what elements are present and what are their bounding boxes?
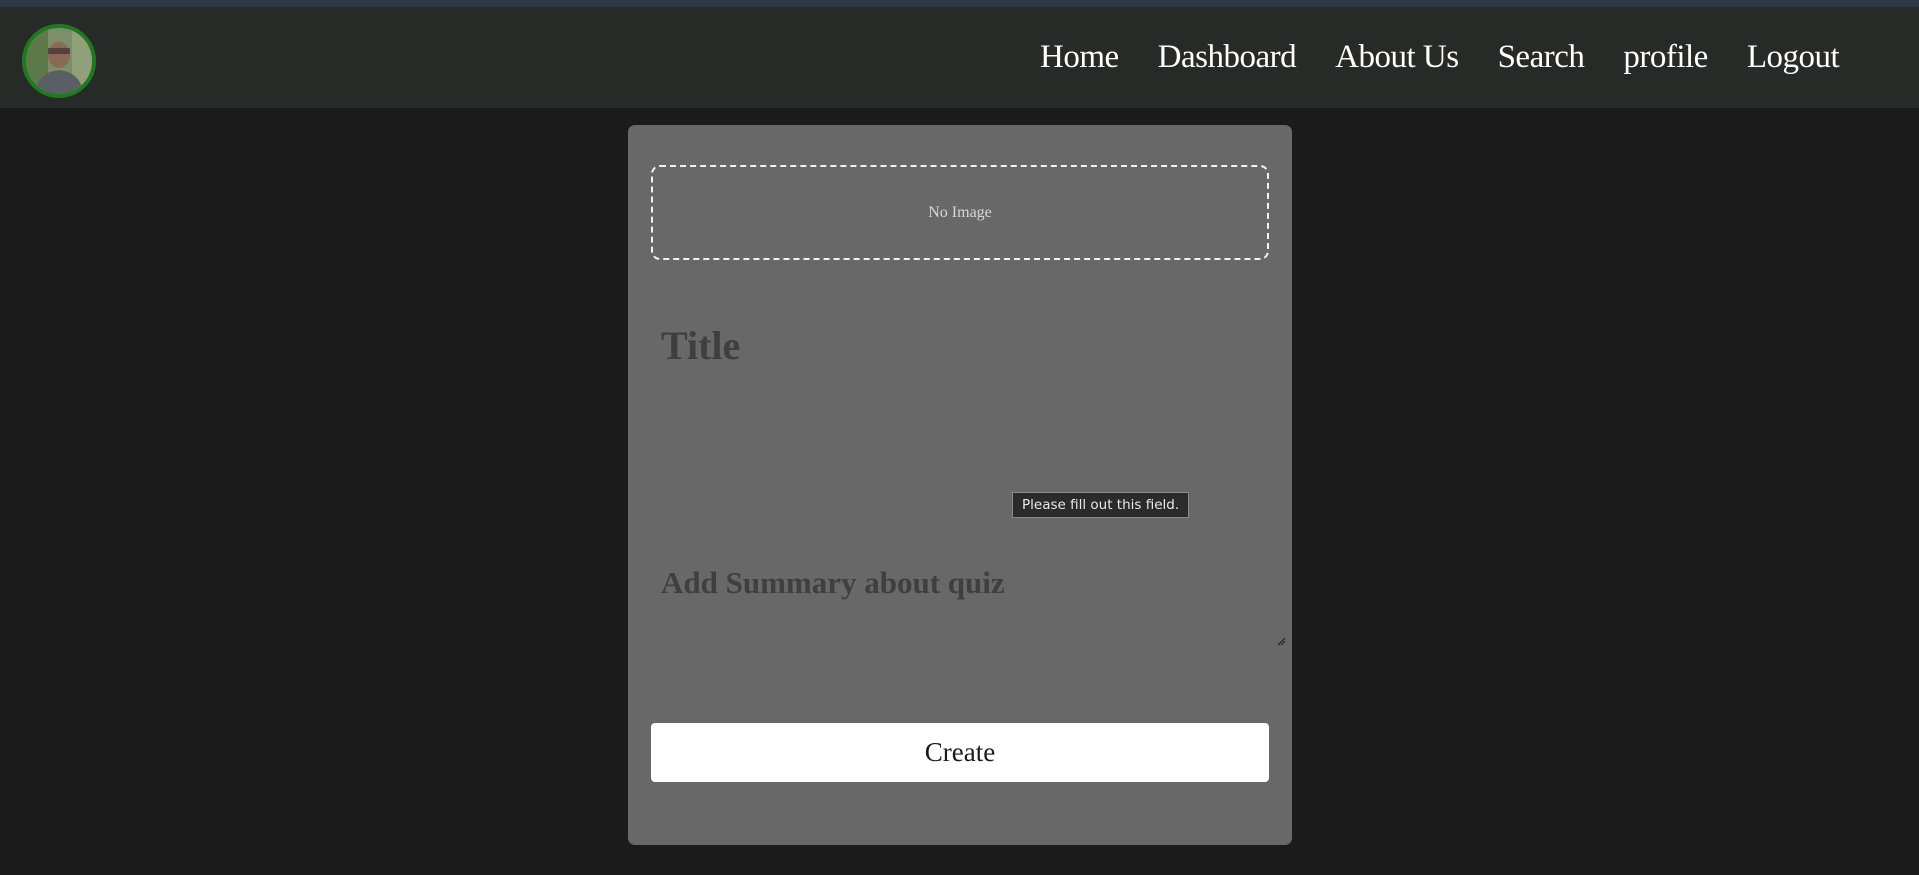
image-placeholder-label: No Image [928,203,992,221]
nav-search-link[interactable]: Search [1498,39,1585,76]
validation-tooltip: Please fill out this field. [1012,492,1190,518]
avatar[interactable] [22,24,96,98]
nav-logout-link[interactable]: Logout [1747,39,1840,76]
textarea-resize-handle-icon[interactable] [1276,636,1286,646]
image-upload-area[interactable]: No Image [651,165,1269,260]
window-top-strip [0,0,1919,7]
avatar-image [26,28,92,94]
nav-home-link[interactable]: Home [1040,39,1119,76]
create-button[interactable]: Create [651,723,1269,782]
nav-profile-link[interactable]: profile [1623,39,1708,76]
nav-dashboard-link[interactable]: Dashboard [1158,39,1297,76]
main-nav: Home Dashboard About Us Search profile L… [1040,37,1878,77]
create-quiz-card: No Image Please fill out this field. Cre… [628,125,1292,845]
nav-about-us-link[interactable]: About Us [1335,39,1459,76]
title-input[interactable] [651,305,1269,385]
navbar: Home Dashboard About Us Search profile L… [0,7,1919,108]
